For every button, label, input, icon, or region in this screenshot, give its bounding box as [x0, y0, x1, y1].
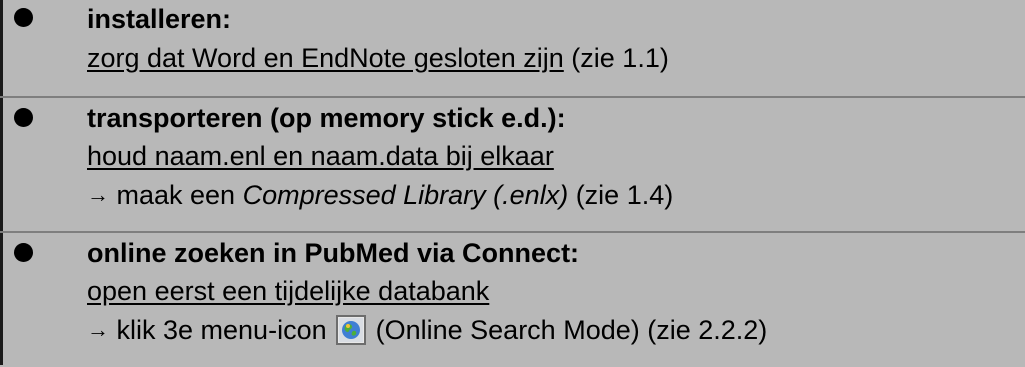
- item-instruction-line: open eerst een tijdelijke databank: [87, 274, 489, 308]
- step-text-pre: klik 3e menu-icon: [109, 315, 335, 345]
- bullet-icon: [14, 243, 33, 262]
- list-item-install: installeren: zorg dat Word en EndNote ge…: [0, 0, 1025, 100]
- bullet-icon: [14, 8, 33, 27]
- item-reference: (zie 1.1): [563, 43, 669, 73]
- bullet-icon: [14, 108, 33, 127]
- instruction-panel: installeren: zorg dat Word en EndNote ge…: [0, 0, 1025, 365]
- item-step-line: → klik 3e menu-icon (Online Search Mode)…: [87, 313, 767, 349]
- online-search-globe-icon: [336, 315, 367, 345]
- item-heading: transporteren (op memory stick e.d.):: [87, 103, 566, 133]
- list-item-transport: transporteren (op memory stick e.d.): ho…: [0, 96, 1025, 226]
- arrow-right-icon: →: [87, 317, 109, 342]
- step-text-emphasis: Compressed Library (.enlx): [242, 180, 569, 210]
- list-item-online-search: online zoeken in PubMed via Connect: ope…: [0, 231, 1025, 367]
- item-instruction-line: zorg dat Word en EndNote gesloten zijn (…: [87, 41, 669, 75]
- item-step-line: → maak een Compressed Library (.enlx) (z…: [87, 178, 673, 214]
- item-instruction: open eerst een tijdelijke databank: [87, 276, 490, 306]
- step-text-pre: maak een: [109, 180, 243, 210]
- item-reference: (zie 1.4): [568, 180, 674, 210]
- item-instruction: zorg dat Word en EndNote gesloten zijn: [87, 43, 564, 73]
- item-instruction: houd naam.enl en naam.data bij elkaar: [87, 141, 554, 171]
- item-reference: (Online Search Mode) (zie 2.2.2): [368, 315, 768, 345]
- item-heading: online zoeken in PubMed via Connect:: [87, 238, 580, 268]
- item-heading: installeren:: [87, 4, 232, 34]
- arrow-right-icon: →: [87, 182, 109, 207]
- item-instruction-line: houd naam.enl en naam.data bij elkaar: [87, 139, 554, 173]
